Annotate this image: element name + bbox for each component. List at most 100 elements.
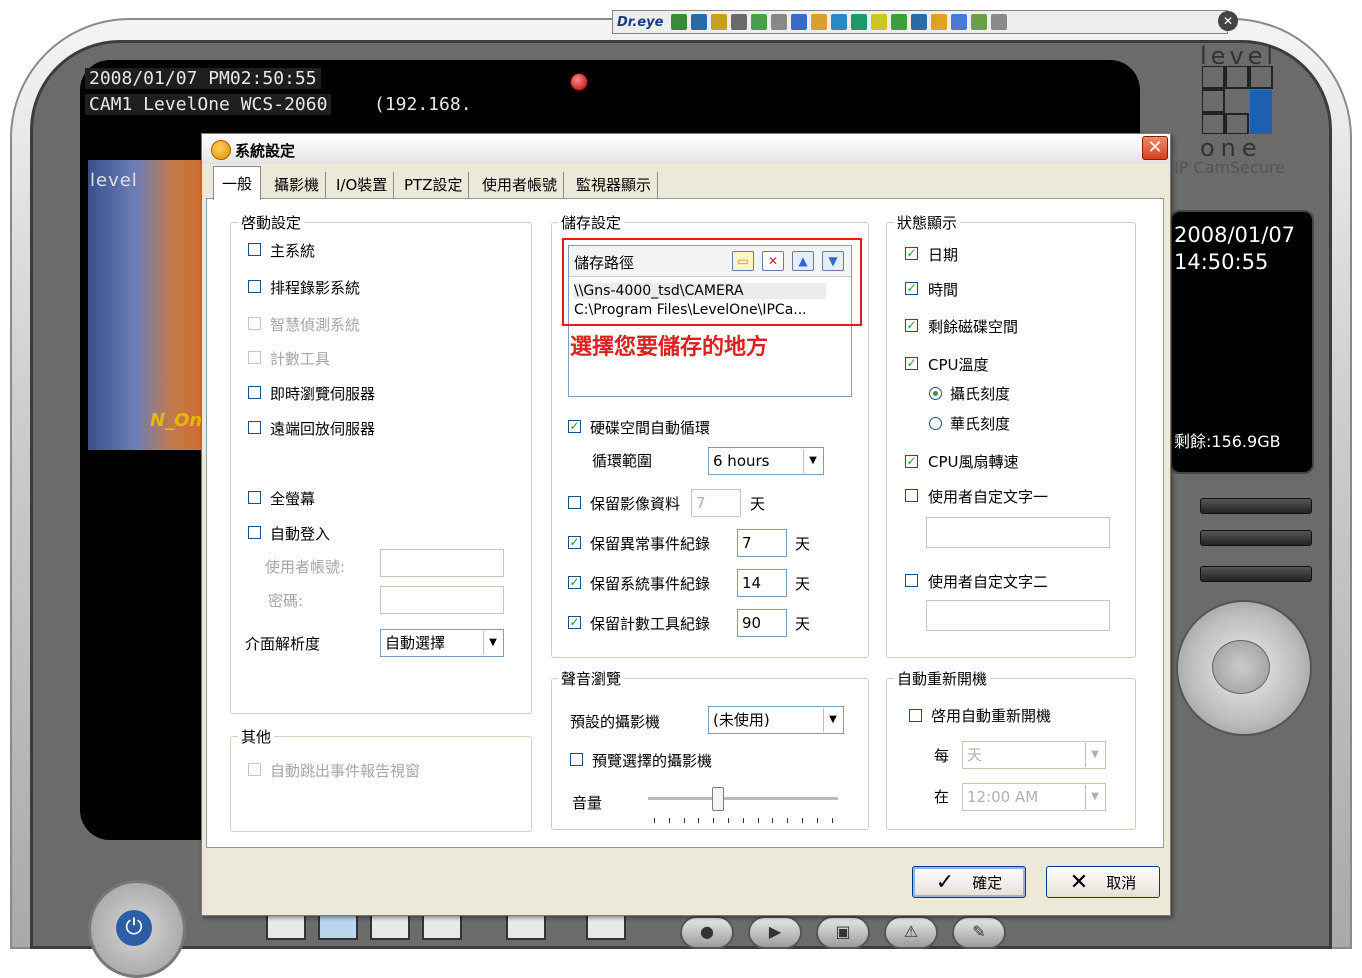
volume-slider-thumb[interactable] (712, 787, 725, 811)
counter-tool-checkbox[interactable] (248, 351, 261, 364)
toolbar-help-icon[interactable] (991, 14, 1008, 30)
volume-slider-tick (683, 818, 685, 823)
sequence-button[interactable] (586, 912, 626, 940)
toolbar-star-icon[interactable] (871, 14, 888, 30)
auto-reboot-checkbox[interactable] (909, 709, 922, 722)
layout-16-button[interactable] (506, 912, 546, 940)
day-unit-label: 天 (795, 535, 811, 553)
keep-counter-days-field[interactable]: 90 (737, 609, 787, 637)
toolbar-list-icon[interactable] (831, 14, 848, 30)
side-control-button[interactable] (1200, 566, 1312, 582)
show-disk-free-checkbox[interactable]: ✓ (905, 319, 918, 332)
main-system-checkbox[interactable] (248, 243, 261, 256)
keep-video-days-field[interactable]: 7 (691, 489, 741, 517)
tools-button[interactable]: ✎ (952, 916, 1006, 949)
fullscreen-checkbox[interactable] (248, 491, 261, 504)
keep-abnormal-days-field[interactable]: 7 (737, 529, 787, 557)
toolbar-check-icon[interactable] (891, 14, 908, 30)
keep-abnormal-checkbox[interactable]: ✓ (568, 536, 581, 549)
toolbar-image-icon[interactable] (751, 14, 768, 30)
tab-camera[interactable]: 攝影機 (268, 172, 327, 198)
live-server-checkbox[interactable] (248, 386, 261, 399)
live-server-label: 即時瀏覽伺服器 (270, 385, 376, 403)
auto-login-checkbox[interactable] (248, 526, 261, 539)
close-button[interactable]: ✕ (1142, 136, 1168, 160)
alarm-button[interactable]: ⚠ (884, 916, 938, 949)
tab-ptz[interactable]: PTZ設定 (398, 172, 470, 198)
playback-button[interactable]: ▶ (748, 916, 802, 949)
day-unit-label: 天 (795, 615, 811, 633)
show-time-checkbox[interactable]: ✓ (905, 282, 918, 295)
preview-selected-checkbox[interactable] (570, 753, 583, 766)
record-button[interactable]: ● (680, 916, 734, 949)
toolbar-settings-icon[interactable] (971, 14, 988, 30)
custom-text-1-field[interactable] (926, 517, 1110, 548)
toolbar-close-icon[interactable]: ✕ (1218, 11, 1238, 31)
keep-system-checkbox[interactable]: ✓ (568, 576, 581, 589)
toolbar-dictionary-icon[interactable] (691, 14, 708, 30)
side-control-button[interactable] (1200, 498, 1312, 514)
volume-slider-track[interactable] (648, 797, 838, 801)
show-cpu-temp-checkbox[interactable]: ✓ (905, 357, 918, 370)
tab-io-device[interactable]: I/O裝置 (330, 172, 395, 198)
toolbar-document-icon[interactable] (811, 14, 828, 30)
schedule-record-checkbox[interactable] (248, 280, 261, 293)
layout-9-button[interactable] (422, 912, 462, 940)
toolbar-export-icon[interactable] (951, 14, 968, 30)
toolbar-note-icon[interactable] (791, 14, 808, 30)
toolbar-book-icon[interactable] (671, 14, 688, 30)
tab-users[interactable]: 使用者帳號 (476, 172, 565, 198)
side-control-button[interactable] (1200, 530, 1312, 546)
celsius-radio[interactable] (929, 387, 942, 400)
auto-recycle-checkbox[interactable]: ✓ (568, 420, 581, 433)
remote-playback-checkbox[interactable] (248, 421, 261, 434)
layout-6-button[interactable] (370, 912, 410, 940)
brand-logo-icon (1202, 66, 1273, 134)
show-cpu-fan-checkbox[interactable]: ✓ (905, 455, 918, 468)
dialog-titlebar[interactable] (202, 134, 1170, 164)
auto-login-label: 自動登入 (270, 525, 331, 543)
cancel-x-icon: ✕ (1069, 869, 1089, 895)
keep-video-checkbox[interactable] (568, 496, 581, 509)
layout-1-button[interactable] (266, 912, 306, 940)
custom-text-1-checkbox[interactable] (905, 489, 918, 502)
custom-text-2-field[interactable] (926, 600, 1110, 631)
toolbar-bookmark-icon[interactable] (931, 14, 948, 30)
ptz-center-button[interactable] (1212, 640, 1270, 694)
fahrenheit-radio[interactable] (929, 417, 942, 430)
resolution-select[interactable]: 自動選擇 ▼ (380, 629, 504, 657)
dreye-label[interactable]: Dr.eye (617, 15, 663, 30)
keep-abnormal-label: 保留異常事件紀錄 (590, 535, 711, 553)
keep-counter-checkbox[interactable]: ✓ (568, 616, 581, 629)
username-field[interactable] (380, 549, 504, 577)
layout-4-button[interactable] (318, 912, 358, 940)
default-camera-select[interactable]: (未使用) ▼ (708, 706, 844, 734)
main-system-label: 主系統 (270, 242, 316, 260)
ok-button[interactable]: ✓ 確定 (912, 866, 1026, 898)
show-date-checkbox[interactable]: ✓ (905, 247, 918, 260)
reboot-time-select[interactable]: 12:00 AM ▼ (962, 783, 1106, 811)
volume-slider-tick (802, 818, 803, 823)
other-group-title: 其他 (238, 726, 275, 747)
auto-popup-checkbox[interactable] (248, 763, 261, 776)
toolbar-sound-icon[interactable] (771, 14, 788, 30)
password-field[interactable] (380, 586, 504, 614)
tab-general[interactable]: 一般 (213, 166, 262, 200)
reboot-every-value: 天 (967, 746, 983, 764)
volume-label: 音量 (572, 794, 603, 812)
toolbar-search-icon[interactable] (851, 14, 868, 30)
cancel-button[interactable]: ✕ 取消 (1046, 866, 1160, 898)
snapshot-button[interactable]: ▣ (816, 916, 870, 949)
toolbar-find-icon[interactable] (911, 14, 928, 30)
custom-text-2-checkbox[interactable] (905, 574, 918, 587)
smart-detect-checkbox[interactable] (248, 317, 261, 330)
auto-recycle-label: 硬碟空間自動循環 (590, 419, 711, 437)
ok-button-label: 確定 (972, 873, 1003, 892)
toolbar-edit-icon[interactable] (731, 14, 748, 30)
toolbar-translate-icon[interactable] (711, 14, 728, 30)
recycle-range-select[interactable]: 6 hours ▼ (708, 447, 824, 475)
keep-system-days-field[interactable]: 14 (737, 569, 787, 597)
day-unit-label: 天 (795, 575, 811, 593)
reboot-every-select[interactable]: 天 ▼ (962, 741, 1106, 769)
tab-monitor-display[interactable]: 監視器顯示 (570, 172, 659, 198)
